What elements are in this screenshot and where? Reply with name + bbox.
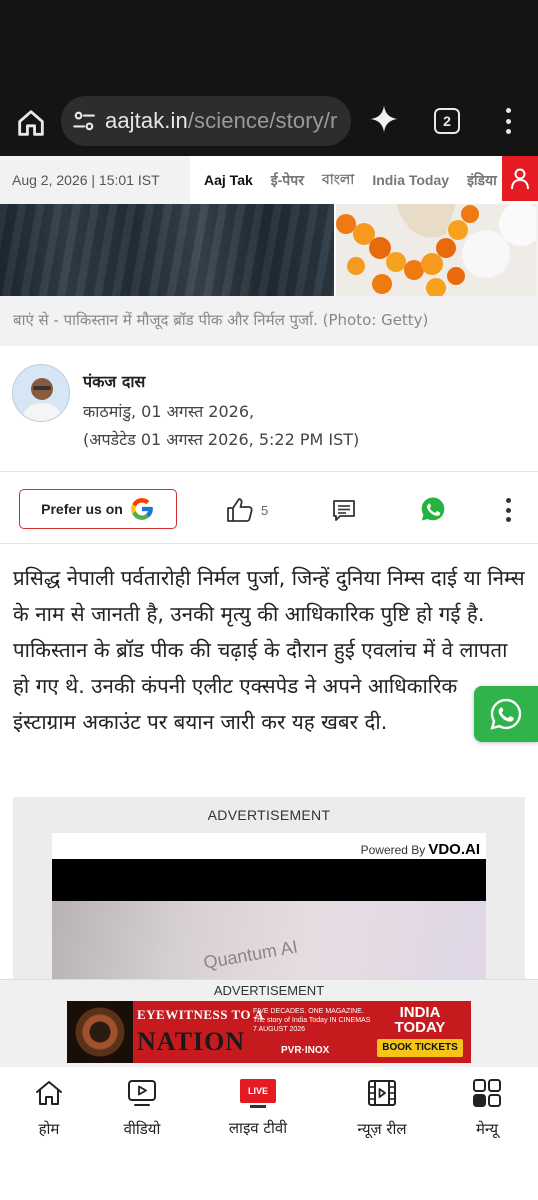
header-date: Aug 2, 2026 | 15:01 IST bbox=[0, 156, 190, 204]
banner-tagline: FIVE DECADES. ONE MAGAZINE. The story of… bbox=[253, 1008, 371, 1033]
nav-video[interactable]: वीडियो bbox=[114, 1077, 170, 1147]
sticky-advertisement: ADVERTISEMENT EYEWITNESS TO A NATION FIV… bbox=[0, 979, 538, 1067]
hero-image-mountain bbox=[0, 204, 336, 296]
tab-switcher-button[interactable]: 2 bbox=[434, 108, 460, 134]
menu-grid-icon bbox=[473, 1079, 501, 1107]
nav-home[interactable]: होम bbox=[31, 1077, 67, 1147]
prefer-us-on-google-button[interactable]: Prefer us on bbox=[19, 489, 177, 529]
nav-live-tv[interactable]: LIVE लाइव टीवी bbox=[218, 1077, 298, 1147]
in-article-advertisement[interactable]: ADVERTISEMENT Powered By VDO.AI Quantum A… bbox=[13, 797, 525, 979]
nav-epaper[interactable]: ई-पेपर bbox=[271, 171, 304, 190]
ad-banner[interactable]: EYEWITNESS TO A NATION FIVE DECADES. ONE… bbox=[67, 1001, 471, 1063]
nav-menu-label: मेन्यू bbox=[475, 1120, 499, 1138]
more-options-icon[interactable] bbox=[502, 498, 514, 522]
nav-menu[interactable]: मेन्यू bbox=[468, 1077, 506, 1147]
url-path: /science/story/r bbox=[187, 108, 338, 133]
home-icon bbox=[36, 1081, 62, 1105]
tab-count: 2 bbox=[443, 113, 451, 129]
garland-graphic bbox=[336, 204, 538, 296]
video-icon bbox=[128, 1080, 156, 1106]
ad-label: ADVERTISEMENT bbox=[207, 807, 331, 823]
author-avatar[interactable] bbox=[12, 364, 70, 422]
like-count: 5 bbox=[261, 502, 269, 518]
status-bar-area bbox=[0, 0, 538, 88]
author-name[interactable]: पंकज दास bbox=[83, 370, 145, 392]
thumbs-up-icon bbox=[227, 498, 253, 522]
whatsapp-share-icon[interactable] bbox=[420, 496, 446, 522]
live-tv-icon: LIVE bbox=[240, 1079, 276, 1103]
whatsapp-icon bbox=[490, 698, 522, 730]
nav-india-today[interactable]: India Today bbox=[372, 172, 449, 188]
site-settings-icon[interactable] bbox=[71, 108, 97, 134]
address-bar[interactable]: aajtak.in/science/story/r bbox=[61, 96, 351, 146]
nav-aajtak[interactable]: Aaj Tak bbox=[204, 172, 253, 188]
banner-title-main: NATION bbox=[137, 1027, 246, 1056]
book-tickets-button[interactable]: BOOK TICKETS bbox=[377, 1039, 463, 1057]
nav-live-tv-label: लाइव टीवी bbox=[228, 1119, 288, 1137]
eye-graphic bbox=[67, 1001, 133, 1063]
banner-partner: PVR·INOX bbox=[281, 1045, 330, 1056]
url-text: aajtak.in/science/story/r bbox=[105, 108, 337, 134]
like-button[interactable]: 5 bbox=[226, 496, 268, 524]
comment-icon[interactable] bbox=[331, 498, 357, 522]
article-actions: Prefer us on 5 bbox=[0, 472, 538, 544]
url-host: aajtak.in bbox=[105, 108, 188, 133]
hero-image-portrait bbox=[336, 204, 538, 296]
nav-india[interactable]: इंडिया bbox=[467, 171, 497, 190]
vdo-ai-logo: VDO.AI bbox=[428, 841, 480, 858]
updated-timestamp: (अपडेटेड 01 अगस्त 2026, 5:22 PM IST) bbox=[83, 430, 360, 449]
sticky-ad-label: ADVERTISEMENT bbox=[213, 983, 325, 998]
google-icon bbox=[131, 498, 153, 520]
nav-video-label: वीडियो bbox=[123, 1120, 161, 1138]
banner-title-top: EYEWITNESS TO A bbox=[137, 1007, 264, 1022]
video-overlay-text: Quantum AI bbox=[202, 936, 300, 973]
home-icon[interactable] bbox=[14, 106, 48, 140]
nav-bangla[interactable]: বাংলা bbox=[322, 168, 354, 192]
video-player-top[interactable] bbox=[52, 859, 486, 901]
sparkle-icon[interactable] bbox=[368, 103, 400, 135]
author-photo bbox=[13, 365, 69, 421]
powered-by-label: Powered By bbox=[360, 843, 426, 857]
video-player[interactable]: Quantum AI bbox=[52, 901, 486, 979]
whatsapp-floating-button[interactable] bbox=[474, 686, 538, 742]
nav-news-reel-label: न्यूज़ रील bbox=[357, 1120, 407, 1138]
browser-menu-icon[interactable] bbox=[496, 106, 520, 136]
hero-image bbox=[0, 204, 538, 296]
user-icon bbox=[511, 168, 529, 189]
vdo-ai-bar: Powered By VDO.AI bbox=[52, 833, 486, 859]
live-tv-stand bbox=[250, 1105, 266, 1108]
bottom-navigation: होम वीडियो LIVE लाइव टीवी न्यूज़ रील मेन… bbox=[0, 1067, 538, 1200]
header-nav: Aaj Tak ई-पेपर বাংলা India Today इंडिया bbox=[190, 156, 502, 204]
user-login-button[interactable] bbox=[502, 156, 538, 201]
site-header: Aug 2, 2026 | 15:01 IST Aaj Tak ई-पेपर ব… bbox=[0, 156, 538, 204]
film-reel-icon bbox=[368, 1080, 396, 1106]
author-location-date: काठमांडु, 01 अगस्त 2026, bbox=[83, 402, 255, 421]
author-block: पंकज दास काठमांडु, 01 अगस्त 2026, (अपडेट… bbox=[0, 346, 538, 472]
nav-home-label: होम bbox=[38, 1120, 60, 1138]
prefer-label: Prefer us on bbox=[41, 501, 123, 517]
image-caption: बाएं से - पाकिस्तान में मौजूद ब्रॉड पीक … bbox=[0, 296, 538, 346]
article-paragraph: प्रसिद्ध नेपाली पर्वतारोही निर्मल पुर्जा… bbox=[13, 566, 525, 734]
nav-news-reel[interactable]: न्यूज़ रील bbox=[349, 1077, 415, 1147]
banner-brand: INDIA TODAY bbox=[394, 1004, 446, 1036]
